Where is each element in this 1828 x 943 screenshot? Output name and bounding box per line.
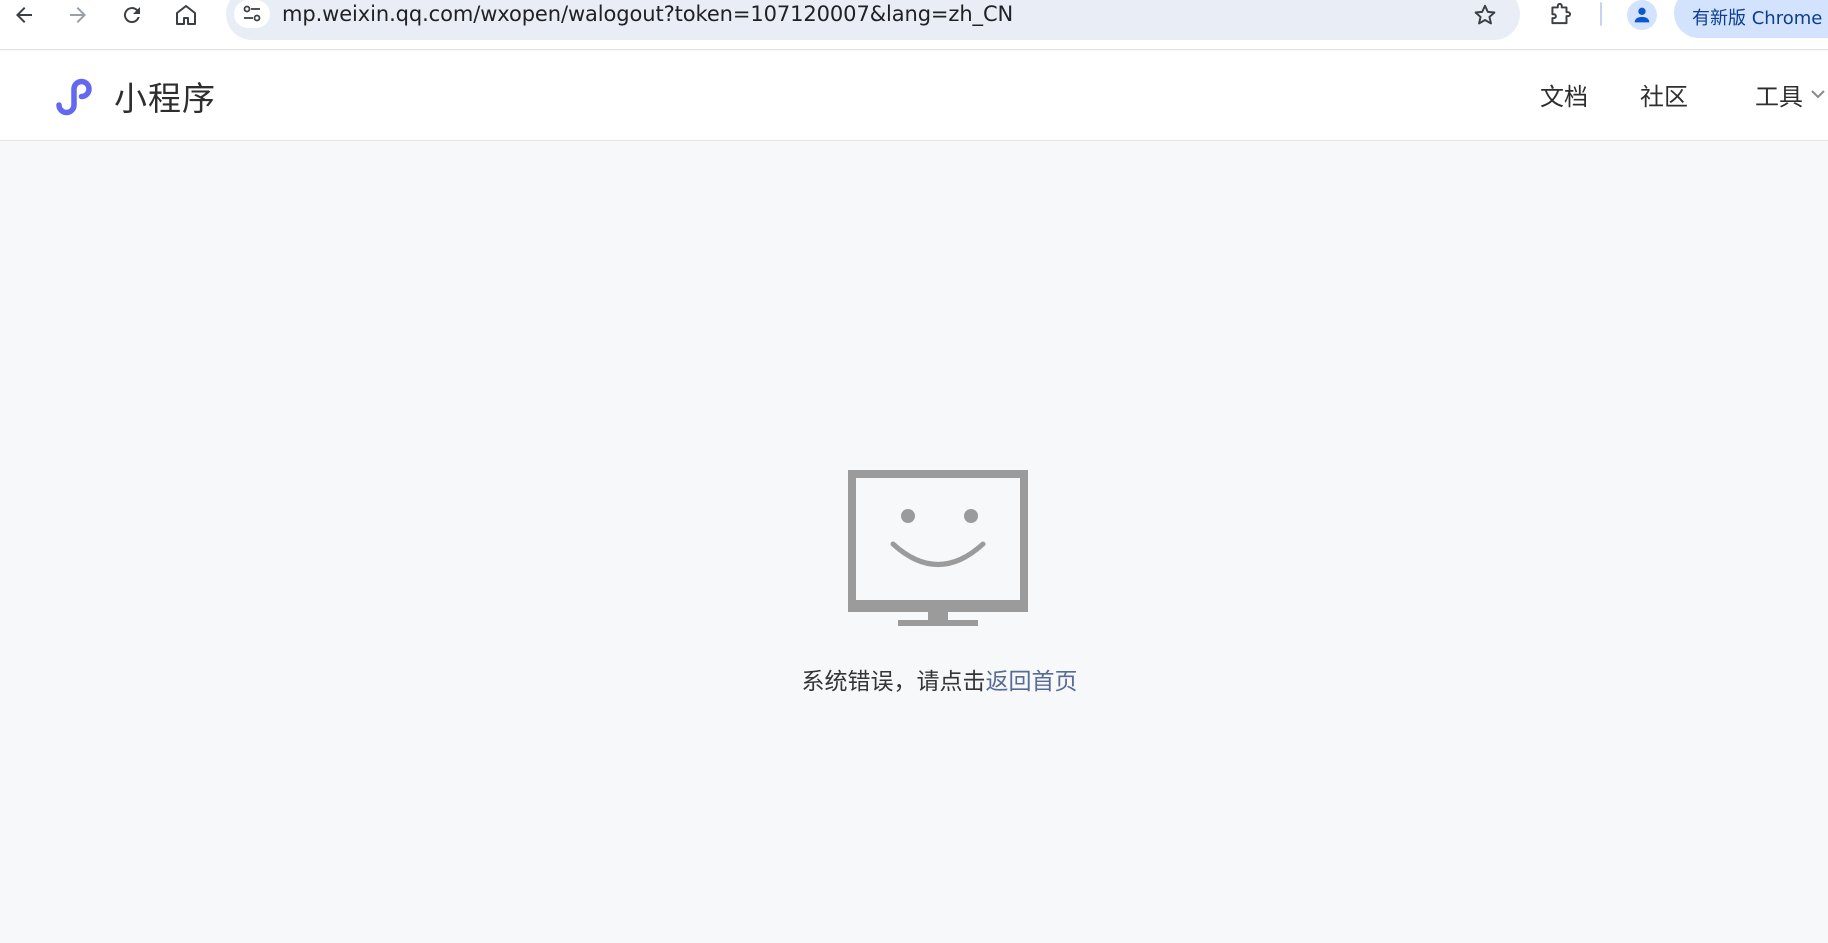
reload-icon (123, 7, 140, 24)
profile-button[interactable] (1627, 0, 1657, 30)
address-bar[interactable]: mp.weixin.qq.com/wxopen/walogout?token=1… (226, 0, 1520, 40)
toolbar-divider (1600, 2, 1602, 26)
home-icon (176, 5, 196, 25)
error-page: 系统错误，请点击返回首页 (0, 142, 1828, 943)
tune-icon (243, 5, 261, 22)
puzzle-icon (1551, 2, 1572, 25)
forward-button[interactable] (58, 0, 98, 30)
browser-toolbar: mp.weixin.qq.com/wxopen/walogout?token=1… (0, 0, 1828, 50)
reload-button[interactable] (112, 0, 152, 30)
error-text: 系统错误，请点击 (801, 669, 986, 695)
url-text[interactable]: mp.weixin.qq.com/wxopen/walogout?token=1… (282, 0, 1013, 28)
logo-text: 小程序 (114, 79, 216, 118)
chevron-down-icon[interactable] (1810, 89, 1826, 99)
star-icon (1474, 4, 1496, 25)
logo[interactable]: 小程序 (50, 71, 216, 121)
error-message: 系统错误，请点击返回首页 (0, 662, 1828, 696)
back-home-link[interactable]: 返回首页 (986, 669, 1078, 695)
person-icon (1634, 7, 1650, 23)
monitor-smiley-icon (848, 470, 1028, 626)
bookmark-button[interactable] (1470, 0, 1500, 30)
site-info-button[interactable] (234, 0, 270, 28)
nav-docs[interactable]: 文档 (1540, 77, 1588, 112)
arrow-left-icon (16, 7, 32, 23)
home-button[interactable] (166, 0, 206, 30)
arrow-right-icon (70, 7, 86, 23)
chrome-update-button[interactable]: 有新版 Chrome 可用 (1674, 0, 1828, 38)
back-button[interactable] (4, 0, 44, 30)
extensions-button[interactable] (1540, 0, 1580, 30)
mini-program-logo-icon (56, 78, 92, 116)
nav-community[interactable]: 社区 (1640, 77, 1688, 112)
site-header: 小程序 文档 社区 工具 (0, 51, 1828, 141)
chrome-update-label: 有新版 Chrome 可用 (1692, 8, 1828, 29)
nav-tools[interactable]: 工具 (1755, 77, 1803, 112)
